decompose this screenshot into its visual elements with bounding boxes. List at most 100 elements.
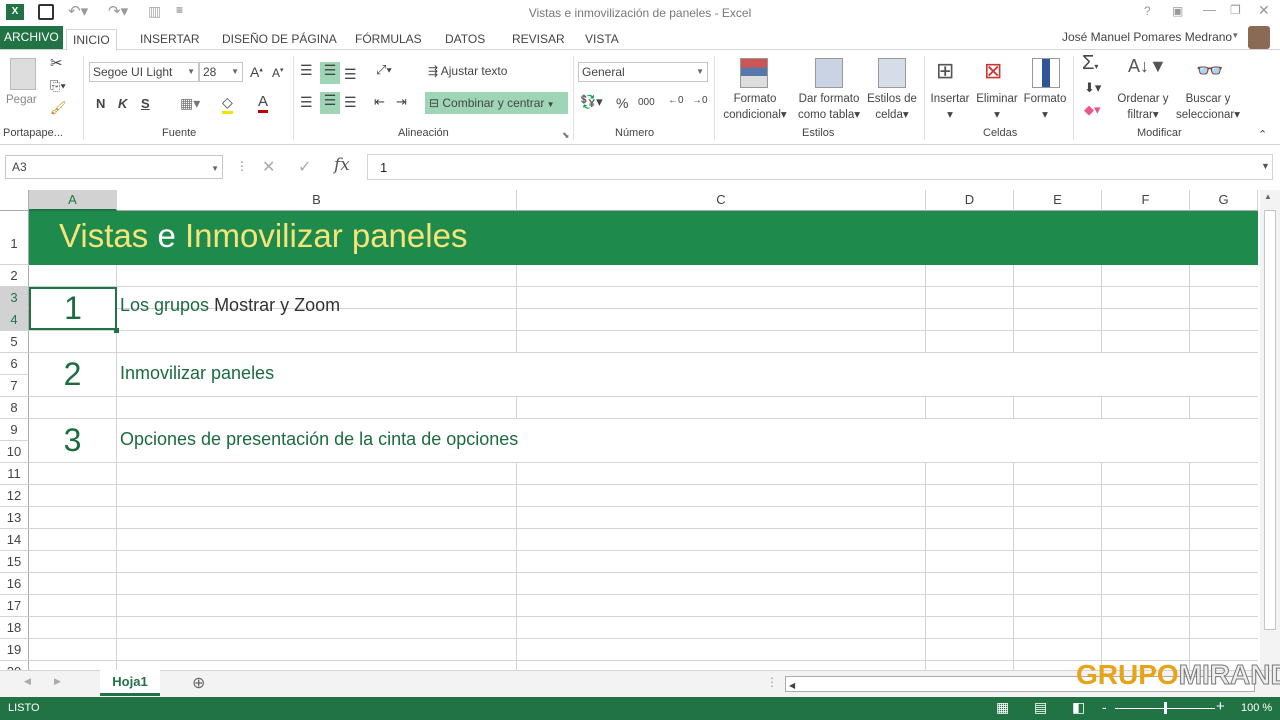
decrease-font-icon[interactable]: A▾: [272, 66, 284, 80]
item-number-cell[interactable]: 2: [29, 353, 116, 396]
increase-indent-icon[interactable]: ⇥: [396, 94, 407, 110]
insert-function-button[interactable]: fx: [334, 155, 350, 175]
insert-button[interactable]: Insertar ▾: [928, 91, 972, 123]
tab-diseno-pagina[interactable]: DISEÑO DE PÁGINA: [216, 29, 343, 51]
fill-color-icon[interactable]: ◇: [222, 94, 233, 114]
insert-cells-icon[interactable]: ⊞: [936, 58, 954, 84]
zoom-level[interactable]: 100 %: [1241, 702, 1272, 714]
column-header-g[interactable]: G: [1190, 190, 1258, 211]
increase-decimal-icon[interactable]: ←0: [668, 95, 684, 106]
align-top-icon[interactable]: ☰: [300, 62, 313, 79]
scroll-thumb[interactable]: [1264, 210, 1276, 630]
cut-icon[interactable]: ✂: [50, 54, 63, 72]
row-header-19[interactable]: 19: [0, 639, 29, 661]
prev-sheet-icon[interactable]: ◀: [24, 676, 31, 687]
cancel-icon[interactable]: ✕: [262, 157, 275, 177]
item-text-cell[interactable]: Inmovilizar paneles: [117, 353, 1258, 396]
row-header-10[interactable]: 10: [0, 441, 29, 463]
font-color-icon[interactable]: A: [258, 93, 269, 113]
next-sheet-icon[interactable]: ▶: [54, 676, 61, 687]
borders-icon[interactable]: ▦▾: [180, 95, 200, 112]
format-as-table-button[interactable]: Dar formato como tabla▾: [794, 91, 864, 123]
bold-button[interactable]: N: [96, 96, 105, 111]
merge-center-button[interactable]: ⊟ Combinar y centrar ▼: [425, 92, 568, 114]
row-header-7[interactable]: 7: [0, 375, 29, 397]
row-header-12[interactable]: 12: [0, 485, 29, 507]
row-header-15[interactable]: 15: [0, 551, 29, 573]
row-header-14[interactable]: 14: [0, 529, 29, 551]
row-header-3[interactable]: 3: [0, 287, 29, 309]
minimize-button[interactable]: —: [1203, 2, 1216, 17]
row-header-9[interactable]: 9: [0, 419, 29, 441]
zoom-out-button[interactable]: -: [1102, 699, 1107, 715]
zoom-in-button[interactable]: +: [1216, 698, 1225, 715]
new-sheet-icon[interactable]: ⊕: [192, 673, 205, 693]
row-header-8[interactable]: 8: [0, 397, 29, 419]
autosum-icon[interactable]: Σ▾: [1082, 52, 1098, 75]
scroll-up-icon[interactable]: ▲: [1264, 192, 1272, 201]
scroll-left-icon[interactable]: ◀: [786, 681, 795, 690]
align-bottom-icon[interactable]: ☰: [344, 66, 357, 83]
page-layout-view-icon[interactable]: ▤: [1034, 699, 1047, 716]
column-header-a[interactable]: A: [29, 190, 117, 211]
expand-formula-bar-icon[interactable]: ▼: [1261, 161, 1270, 171]
accounting-format-icon[interactable]: 💱▾: [580, 94, 603, 110]
format-cells-icon[interactable]: [1032, 58, 1060, 88]
fill-icon[interactable]: ⬇▾: [1084, 80, 1101, 96]
row-header-4[interactable]: 4: [0, 309, 29, 331]
font-size-select[interactable]: 28 ▼: [199, 62, 243, 82]
row-header-1[interactable]: 1: [0, 211, 29, 265]
paste-button[interactable]: Pegar: [6, 92, 37, 108]
formula-input[interactable]: 1: [367, 154, 1273, 180]
item-text-cell[interactable]: Opciones de presentación de la cinta de …: [117, 419, 1258, 462]
vertical-scrollbar[interactable]: ▲: [1260, 190, 1280, 670]
column-header-e[interactable]: E: [1014, 190, 1102, 211]
thousands-button[interactable]: 000: [638, 97, 655, 108]
select-all-corner[interactable]: [0, 190, 29, 211]
column-header-b[interactable]: B: [117, 190, 517, 211]
sheet-tab-hoja1[interactable]: Hoja1: [100, 670, 160, 696]
cell-styles-icon[interactable]: [878, 58, 906, 88]
tab-formulas[interactable]: FÓRMULAS: [349, 29, 428, 51]
copy-icon[interactable]: ⎘▾: [50, 78, 66, 94]
dialog-launcher-icon[interactable]: ⬊: [562, 130, 570, 141]
row-header-16[interactable]: 16: [0, 573, 29, 595]
selected-cell-a3[interactable]: 1: [29, 287, 117, 330]
item-text-cell[interactable]: Los grupos Mostrar y Zoom: [117, 287, 1258, 330]
user-name[interactable]: José Manuel Pomares Medrano: [1062, 30, 1232, 44]
clear-icon[interactable]: ◆▾: [1084, 102, 1101, 118]
column-header-d[interactable]: D: [926, 190, 1014, 211]
tab-inicio[interactable]: INICIO: [66, 29, 117, 51]
row-header-5[interactable]: 5: [0, 331, 29, 353]
row-header-11[interactable]: 11: [0, 463, 29, 485]
number-format-select[interactable]: General ▼: [578, 62, 708, 82]
spreadsheet-grid[interactable]: A B C D E F G 1 2 3 4 5 6 7 8 9 10 11 12 13 14 15 16 17 1…: [0, 190, 1258, 670]
row-header-18[interactable]: 18: [0, 617, 29, 639]
row-header-17[interactable]: 17: [0, 595, 29, 617]
item-number-cell[interactable]: 3: [29, 419, 116, 462]
format-button[interactable]: Formato ▾: [1022, 91, 1068, 123]
tab-datos[interactable]: DATOS: [439, 29, 491, 51]
underline-button[interactable]: S: [141, 96, 150, 111]
title-cell[interactable]: Vistas e Inmovilizar paneles: [29, 211, 1258, 265]
align-middle-icon[interactable]: ☰: [320, 62, 340, 84]
page-break-view-icon[interactable]: ◧: [1072, 699, 1085, 716]
close-button[interactable]: ✕: [1258, 2, 1270, 19]
restore-button[interactable]: ❐: [1230, 3, 1241, 17]
tab-vista[interactable]: VISTA: [579, 29, 625, 51]
percent-button[interactable]: %: [616, 95, 628, 111]
decrease-indent-icon[interactable]: ⇤: [374, 94, 385, 110]
zoom-slider-thumb[interactable]: [1164, 702, 1167, 714]
increase-font-icon[interactable]: A▴: [250, 64, 263, 80]
help-button[interactable]: ?: [1144, 4, 1151, 18]
enter-icon[interactable]: ✓: [298, 157, 311, 177]
italic-button[interactable]: K: [118, 96, 127, 111]
name-box[interactable]: A3 ▼: [5, 155, 223, 179]
sort-filter-icon[interactable]: A↓▼: [1128, 56, 1167, 77]
normal-view-icon[interactable]: ▦: [996, 699, 1009, 716]
sort-filter-button[interactable]: Ordenar y filtrar▾: [1114, 91, 1172, 123]
row-header-20[interactable]: 20: [0, 661, 29, 670]
align-left-icon[interactable]: ☰: [300, 94, 313, 111]
tab-revisar[interactable]: REVISAR: [506, 29, 571, 51]
align-right-icon[interactable]: ☰: [344, 94, 357, 111]
